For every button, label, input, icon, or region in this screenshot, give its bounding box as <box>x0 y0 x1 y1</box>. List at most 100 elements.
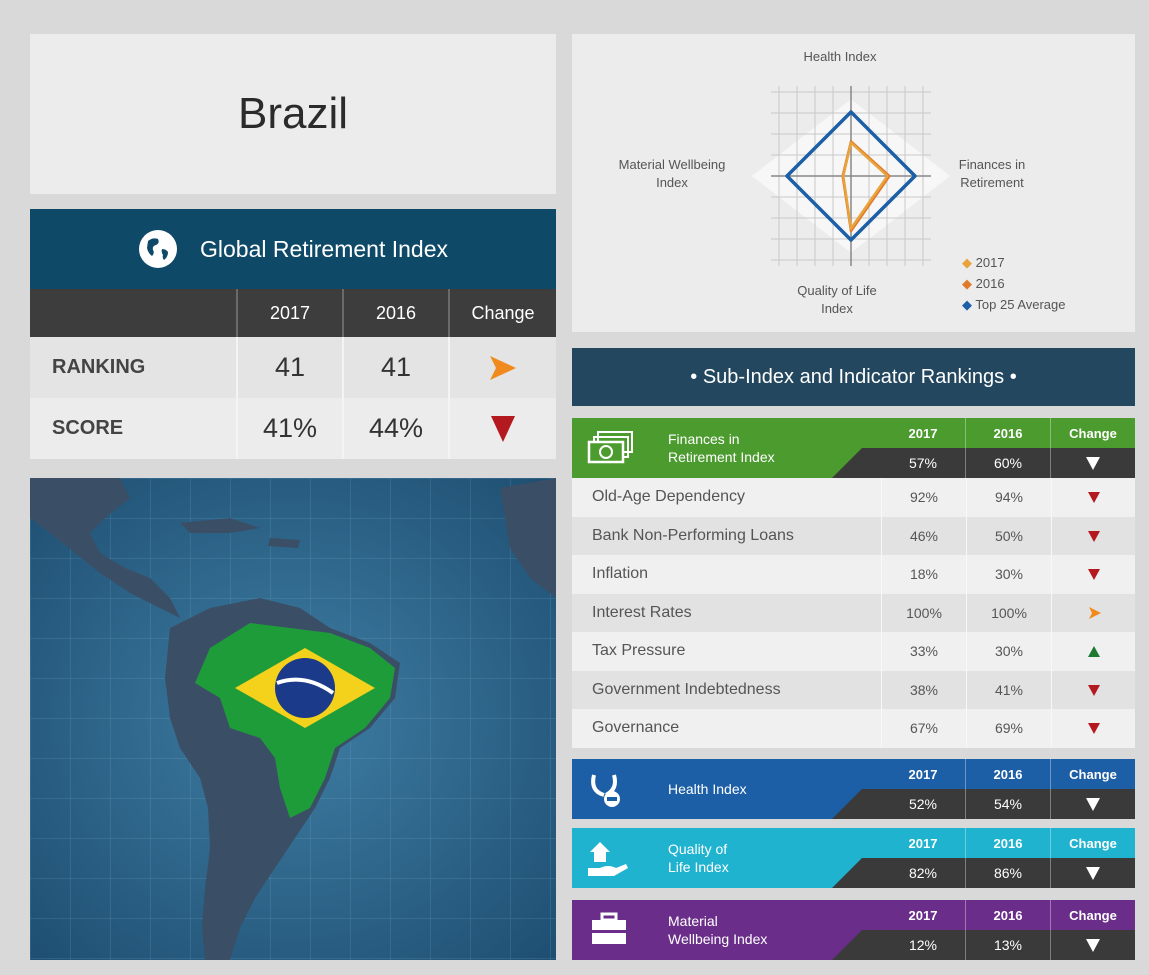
score-change <box>450 398 556 459</box>
indicator-2017: 18% <box>881 555 966 594</box>
indicator-name: Old-Age Dependency <box>592 488 745 506</box>
finances-values: 2017 2016 Change 57% 60% <box>881 418 1135 478</box>
col-2017: 2017 <box>881 828 966 858</box>
arrow-down-icon <box>1087 492 1100 504</box>
indicator-row: Interest Rates 100% 100% <box>572 593 1135 632</box>
col-change: Change <box>1069 835 1117 851</box>
health-values: 2017 2016 Change 52% 54% <box>881 759 1135 819</box>
finances-2016: 60% <box>966 448 1051 478</box>
col-change: Change <box>1069 907 1117 923</box>
score-label: SCORE <box>30 398 238 459</box>
indicator-list: Old-Age Dependency 92% 94% Bank Non-Perform… <box>572 478 1135 748</box>
legend-label-2017: 2017 <box>975 255 1005 270</box>
material-header: Material Wellbeing Index 2017 2016 Chang… <box>572 900 1135 960</box>
quality-score-row: 82% 86% <box>881 858 1135 888</box>
legend-marker-icon: ◆ <box>962 255 972 270</box>
indicator-name: Bank Non-Performing Loans <box>592 526 794 544</box>
score-2017: 41% <box>238 398 344 459</box>
indicator-2016: 30% <box>966 632 1051 671</box>
global-index-header: Global Retirement Index <box>30 209 556 289</box>
arrow-down-icon <box>1087 684 1100 696</box>
finances-col-headers: 2017 2016 Change <box>881 418 1135 448</box>
finances-change <box>1051 448 1135 478</box>
brazil-map <box>30 478 556 960</box>
material-title-line1: Material <box>668 913 718 929</box>
indicator-2016: 69% <box>966 709 1051 748</box>
legend-marker-icon: ◆ <box>962 276 972 291</box>
health-title-line1: Health Index <box>668 781 747 797</box>
indicator-2017: 67% <box>881 709 966 748</box>
arrow-down-icon <box>1086 457 1100 470</box>
global-index-table-header: 2017 2016 Change <box>30 289 556 337</box>
ranking-2017: 41 <box>238 337 344 398</box>
finances-block: Finances in Retirement Index 2017 2016 C… <box>572 418 1135 748</box>
indicator-2016: 94% <box>966 478 1051 517</box>
material-change <box>1051 930 1135 960</box>
header-wedge <box>832 789 882 819</box>
house-hand-icon <box>588 842 628 876</box>
indicator-change <box>1051 709 1135 748</box>
header-wedge <box>832 930 882 960</box>
arrow-down-icon <box>1086 939 1100 952</box>
finances-header: Finances in Retirement Index 2017 2016 C… <box>572 418 1135 478</box>
quality-2017: 82% <box>881 858 966 888</box>
finances-2017: 57% <box>881 448 966 478</box>
indicator-row: Government Indebtedness 38% 41% <box>572 670 1135 709</box>
indicator-name: Tax Pressure <box>592 642 686 660</box>
indicator-name: Interest Rates <box>592 603 692 621</box>
col-2017: 2017 <box>881 418 966 448</box>
money-icon <box>587 431 633 464</box>
quality-header: Quality of Life Index 2017 2016 Change 8… <box>572 828 1135 888</box>
indicator-2017: 38% <box>881 670 966 709</box>
col-change: Change <box>1069 425 1117 441</box>
indicator-change <box>1051 670 1135 709</box>
indicator-row: Inflation 18% 30% <box>572 555 1135 594</box>
health-2017: 52% <box>881 789 966 819</box>
header-wedge <box>832 448 882 478</box>
indicator-2017: 92% <box>881 478 966 517</box>
global-index-table: 2017 2016 Change RANKING 41 41 SCORE 41%… <box>30 289 556 459</box>
header-wedge <box>832 858 882 888</box>
finances-score-row: 57% 60% <box>881 448 1135 478</box>
ranking-row: RANKING 41 41 <box>30 337 556 398</box>
quality-title-line2: Life Index <box>668 859 729 875</box>
indicator-change <box>1051 516 1135 555</box>
quality-title: Quality of Life Index <box>668 840 729 876</box>
material-2016: 13% <box>966 930 1051 960</box>
sub-index-title: • Sub-Index and Indicator Rankings • <box>690 365 1017 388</box>
indicator-change <box>1051 478 1135 517</box>
col-2017: 2017 <box>881 759 966 789</box>
col-2016: 2016 <box>966 828 1051 858</box>
country-title-panel: Brazil <box>30 34 556 194</box>
arrow-up-icon <box>1087 646 1100 658</box>
ranking-2016: 41 <box>344 337 450 398</box>
material-title: Material Wellbeing Index <box>668 912 767 948</box>
arrow-down-icon <box>1087 569 1100 581</box>
quality-block: Quality of Life Index 2017 2016 Change 8… <box>572 828 1135 888</box>
sub-index-header: • Sub-Index and Indicator Rankings • <box>572 348 1135 406</box>
header-2017: 2017 <box>238 289 344 337</box>
health-change <box>1051 789 1135 819</box>
arrow-down-icon <box>1087 530 1100 542</box>
arrow-down-icon <box>1087 723 1100 735</box>
quality-col-headers: 2017 2016 Change <box>881 828 1135 858</box>
header-empty <box>30 289 238 337</box>
indicator-2016: 30% <box>966 555 1051 594</box>
indicator-2016: 50% <box>966 516 1051 555</box>
indicator-change <box>1051 593 1135 632</box>
finances-title-line2: Retirement Index <box>668 449 775 465</box>
col-2016: 2016 <box>966 759 1051 789</box>
material-2017: 12% <box>881 930 966 960</box>
indicator-name: Government Indebtedness <box>592 680 781 698</box>
material-title-line2: Wellbeing Index <box>668 931 768 947</box>
finances-title-line1: Finances in <box>668 431 740 447</box>
score-row: SCORE 41% 44% <box>30 398 556 459</box>
health-header: Health Index 2017 2016 Change 52% 54% <box>572 759 1135 819</box>
indicator-row: Governance 67% 69% <box>572 709 1135 748</box>
globe-icon <box>138 230 177 268</box>
col-2017: 2017 <box>881 900 966 930</box>
legend-marker-icon: ◆ <box>962 297 972 312</box>
stethoscope-icon <box>591 774 620 807</box>
health-score-row: 52% 54% <box>881 789 1135 819</box>
col-2016: 2016 <box>966 900 1051 930</box>
